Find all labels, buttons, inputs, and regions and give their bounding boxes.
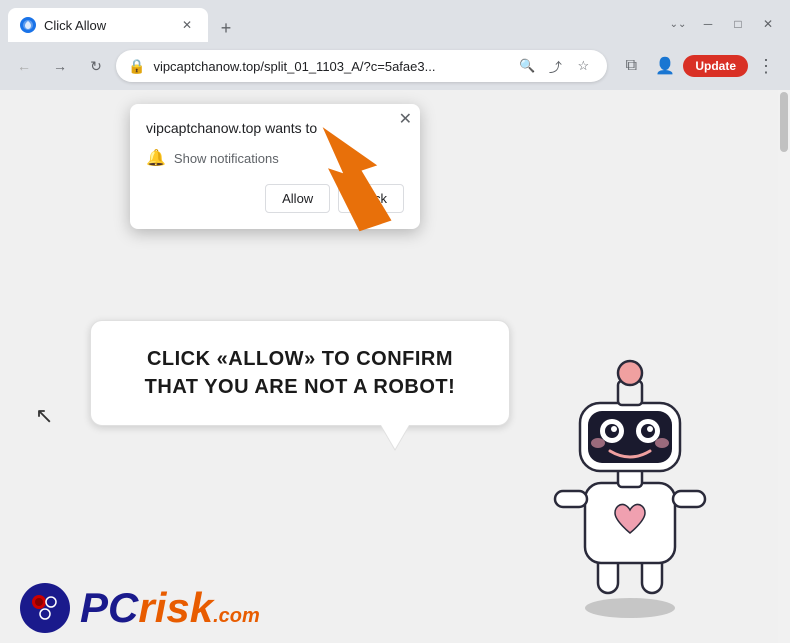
popup-notification-label: Show notifications: [174, 151, 279, 166]
risk-text: risk: [138, 587, 213, 629]
update-button[interactable]: Update: [683, 55, 748, 77]
browser-window: Click Allow ✕ + ⌄⌄ ─ □ ✕ ← → ↻ 🔒 vipcapt…: [0, 0, 790, 643]
pcrisk-brand-text: PC risk .com: [80, 587, 260, 629]
tab-close-button[interactable]: ✕: [178, 16, 196, 34]
profile-icon[interactable]: 👤: [649, 50, 681, 82]
lock-icon: 🔒: [128, 58, 145, 75]
search-icon[interactable]: 🔍: [515, 54, 539, 78]
tab-overflow-button[interactable]: ⌄⌄: [664, 10, 692, 38]
menu-icon[interactable]: ⋮: [750, 50, 782, 82]
robot-illustration: [530, 343, 730, 623]
minimize-button[interactable]: ─: [694, 10, 722, 38]
mouse-cursor: ↖: [35, 405, 53, 427]
forward-button[interactable]: →: [44, 50, 76, 82]
orange-arrow: [280, 120, 410, 255]
toolbar-right: ⧉ 👤 Update ⋮: [615, 50, 782, 82]
url-text: vipcaptchanow.top/split_01_1103_A/?c=5af…: [153, 59, 507, 74]
tab-favicon: [20, 17, 36, 33]
page-content: ✕ vipcaptchanow.top wants to 🔔 Show noti…: [0, 90, 790, 643]
share-icon[interactable]: ⤴: [543, 54, 567, 78]
scrollbar-thumb[interactable]: [780, 92, 788, 152]
robot-svg: [530, 343, 730, 623]
active-tab[interactable]: Click Allow ✕: [8, 8, 208, 42]
url-action-icons: 🔍 ⤴ ☆: [515, 54, 595, 78]
bookmark-icon[interactable]: ☆: [571, 54, 595, 78]
pcrisk-icon-svg: [25, 588, 65, 628]
address-bar: ← → ↻ 🔒 vipcaptchanow.top/split_01_1103_…: [0, 42, 790, 90]
scrollbar[interactable]: [778, 90, 790, 643]
back-button[interactable]: ←: [8, 50, 40, 82]
bubble-text: CLICK «ALLOW» TO CONFIRM THAT YOU ARE NO…: [121, 345, 479, 401]
bell-icon: 🔔: [146, 148, 166, 168]
window-controls: ⌄⌄ ─ □ ✕: [664, 10, 782, 42]
close-button[interactable]: ✕: [754, 10, 782, 38]
speech-bubble: CLICK «ALLOW» TO CONFIRM THAT YOU ARE NO…: [90, 320, 510, 426]
tab-bar: Click Allow ✕ + ⌄⌄ ─ □ ✕: [0, 0, 790, 42]
tab-title: Click Allow: [44, 18, 170, 33]
pcrisk-icon: [20, 583, 70, 633]
dotcom-text: .com: [213, 605, 260, 628]
maximize-button[interactable]: □: [724, 10, 752, 38]
url-bar[interactable]: 🔒 vipcaptchanow.top/split_01_1103_A/?c=5…: [116, 50, 607, 82]
pc-text: PC: [80, 587, 138, 629]
arrow-svg: [280, 120, 410, 250]
new-tab-button[interactable]: +: [212, 14, 240, 42]
tab-search-icon[interactable]: ⧉: [615, 50, 647, 82]
reload-button[interactable]: ↻: [80, 50, 112, 82]
pcrisk-logo: PC risk .com: [20, 583, 260, 633]
